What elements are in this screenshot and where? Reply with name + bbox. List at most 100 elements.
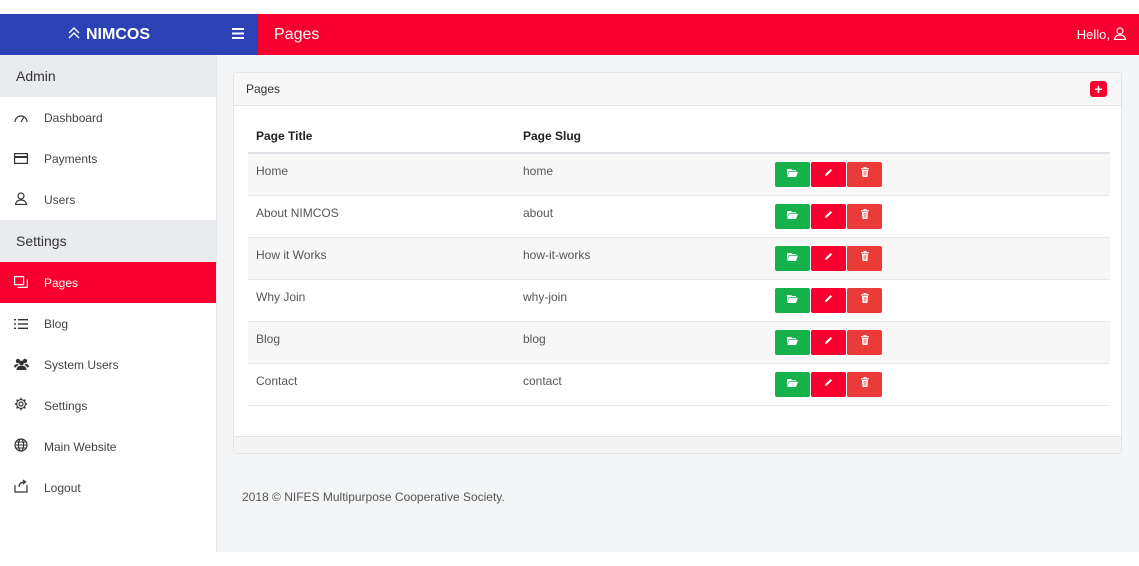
- table-row: Home home: [248, 153, 1110, 196]
- table-header-row: Page Title Page Slug: [248, 119, 1110, 154]
- sidebar-item-label: Payments: [44, 151, 98, 166]
- pencil-icon: [824, 378, 833, 390]
- column-header: Page Slug: [515, 119, 767, 154]
- pencil-icon: [824, 168, 833, 180]
- double-chevron-up-icon: [67, 26, 81, 44]
- column-header: [767, 119, 1110, 154]
- edit-page-button[interactable]: [811, 329, 846, 355]
- sidebar-item-system-users[interactable]: System Users: [0, 344, 216, 385]
- sidebar-item-payments[interactable]: Payments: [0, 138, 216, 179]
- table-row: Why Join why-join: [248, 279, 1110, 322]
- sidebar-item-label: Blog: [44, 316, 69, 331]
- page-slug-cell: blog: [515, 321, 767, 364]
- trash-icon: [860, 250, 869, 264]
- user-icon: [12, 191, 30, 208]
- card-footer: [234, 436, 1121, 453]
- delete-page-button[interactable]: [847, 371, 882, 397]
- actions-cell: [767, 237, 1110, 280]
- trash-icon: [860, 167, 869, 180]
- sidebar-item-label: System Users: [44, 357, 119, 372]
- sidebar-section-settings: Settings: [0, 220, 216, 262]
- top-navbar: Pages Hello,: [217, 14, 1139, 55]
- user-greeting[interactable]: Hello,: [1077, 26, 1127, 43]
- brand-logo[interactable]: NIMCOS: [0, 14, 217, 55]
- delete-page-button[interactable]: [847, 329, 882, 355]
- trash-icon: [860, 208, 869, 222]
- sidebar: Admin Dashboard Payments Users Settings …: [0, 55, 217, 552]
- table-row: How it Works how-it-works: [248, 237, 1110, 280]
- card-header: Pages +: [234, 73, 1121, 106]
- table-row: Contact contact: [248, 363, 1110, 406]
- trash-icon: [860, 292, 869, 306]
- page-title-cell: Why Join: [248, 279, 515, 322]
- view-page-button[interactable]: [775, 162, 810, 187]
- sidebar-item-blog[interactable]: Blog: [0, 303, 216, 344]
- page-slug-cell: how-it-works: [515, 237, 767, 280]
- add-page-button[interactable]: +: [1090, 81, 1107, 97]
- dashboard-icon: [12, 110, 30, 126]
- page-slug-cell: contact: [515, 363, 767, 406]
- actions-cell: [767, 363, 1110, 406]
- user-icon: [1113, 26, 1127, 43]
- folder-open-icon: [787, 378, 798, 390]
- page-title-cell: Contact: [248, 363, 515, 406]
- hamburger-icon: [231, 26, 244, 43]
- sidebar-item-main-website[interactable]: Main Website: [0, 426, 216, 467]
- sidebar-item-dashboard[interactable]: Dashboard: [0, 97, 216, 138]
- sidebar-item-label: Dashboard: [44, 110, 103, 125]
- edit-page-button[interactable]: [811, 245, 846, 271]
- actions-cell: [767, 321, 1110, 364]
- plus-icon: +: [1094, 81, 1103, 97]
- delete-page-button[interactable]: [847, 203, 882, 229]
- sidebar-item-label: Pages: [44, 275, 79, 290]
- folder-open-icon: [787, 252, 798, 264]
- page-title-cell: Home: [248, 153, 515, 196]
- trash-icon: [860, 334, 869, 348]
- folder-open-icon: [787, 210, 798, 222]
- table-row: About NIMCOS about: [248, 195, 1110, 238]
- view-page-button[interactable]: [775, 329, 810, 355]
- delete-page-button[interactable]: [847, 245, 882, 271]
- delete-page-button[interactable]: [847, 162, 882, 187]
- pages-card: Pages + Page Title Page Slug Home home Abo…: [233, 72, 1122, 454]
- sidebar-item-settings[interactable]: Settings: [0, 385, 216, 426]
- view-page-button[interactable]: [775, 287, 810, 313]
- sidebar-item-users[interactable]: Users: [0, 179, 216, 220]
- page-slug-cell: why-join: [515, 279, 767, 322]
- pages-icon: [12, 275, 30, 291]
- pencil-icon: [824, 252, 833, 264]
- users-group-icon: [12, 357, 30, 373]
- table-row: Blog blog: [248, 321, 1110, 364]
- delete-page-button[interactable]: [847, 287, 882, 313]
- page-title-cell: Blog: [248, 321, 515, 364]
- sidebar-section-admin: Admin: [0, 55, 216, 97]
- page-slug-cell: home: [515, 153, 767, 196]
- view-page-button[interactable]: [775, 245, 810, 271]
- hello-text: Hello,: [1076, 27, 1110, 42]
- folder-open-icon: [787, 168, 798, 180]
- column-header: Page Title: [248, 119, 515, 154]
- view-page-button[interactable]: [775, 371, 810, 397]
- logout-icon: [12, 479, 30, 496]
- folder-open-icon: [787, 294, 798, 306]
- sidebar-item-pages[interactable]: Pages: [0, 262, 216, 303]
- view-page-button[interactable]: [775, 203, 810, 229]
- card-title: Pages: [246, 82, 281, 96]
- top-spacer: [0, 0, 1139, 14]
- page-slug-cell: about: [515, 195, 767, 238]
- sidebar-item-label: Main Website: [44, 439, 117, 454]
- credit-card-icon: [12, 151, 30, 167]
- trash-icon: [860, 376, 869, 390]
- edit-page-button[interactable]: [811, 287, 846, 313]
- gear-icon: [12, 397, 30, 414]
- main-content: Pages + Page Title Page Slug Home home Abo…: [217, 55, 1139, 552]
- sidebar-item-label: Logout: [44, 480, 81, 495]
- edit-page-button[interactable]: [811, 203, 846, 229]
- page-title: Pages: [274, 25, 320, 43]
- edit-page-button[interactable]: [811, 162, 846, 187]
- sidebar-item-logout[interactable]: Logout: [0, 467, 216, 508]
- sidebar-item-label: Users: [44, 192, 76, 207]
- menu-toggle-button[interactable]: [217, 14, 258, 55]
- edit-page-button[interactable]: [811, 371, 846, 397]
- folder-open-icon: [787, 336, 798, 348]
